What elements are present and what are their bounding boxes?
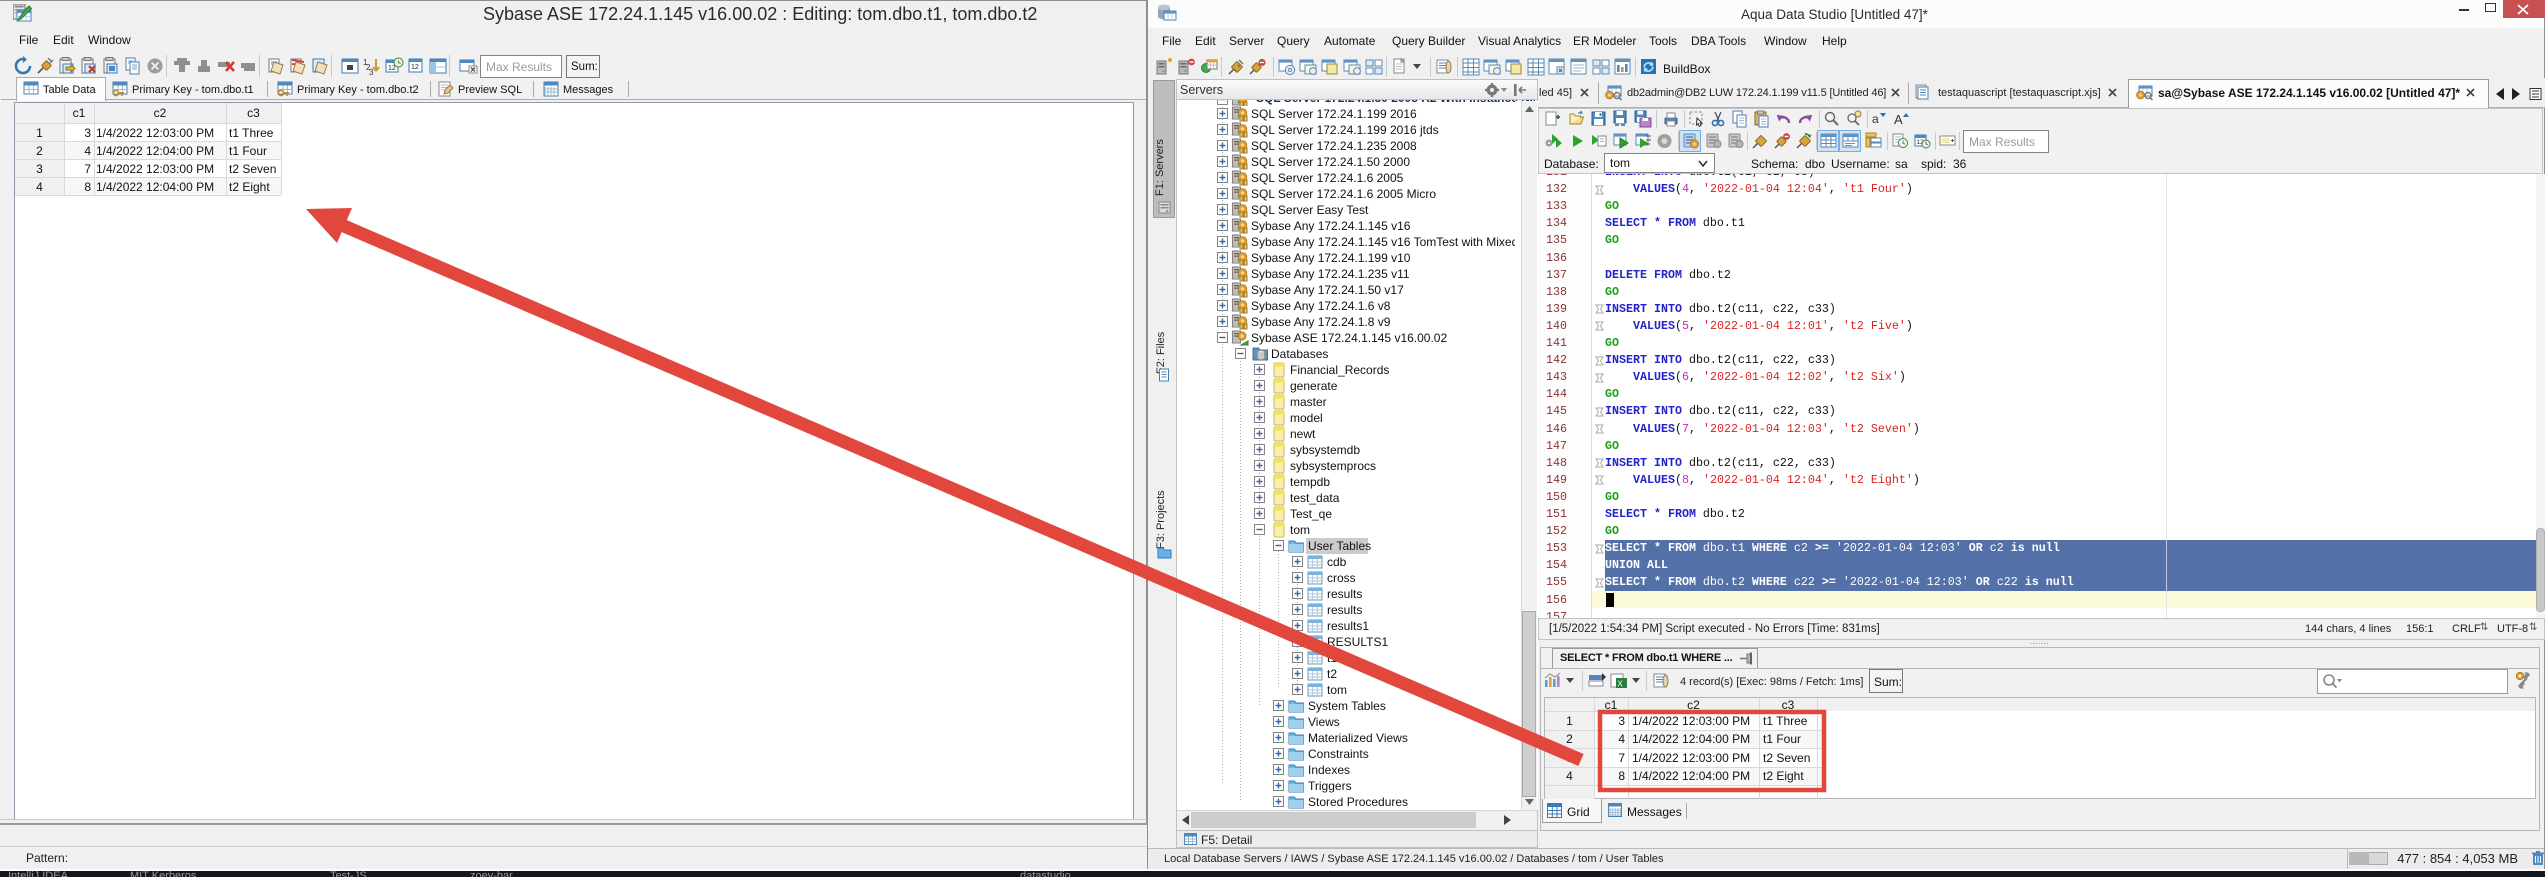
- svg-text:3: 3: [369, 68, 374, 76]
- svg-text:12: 12: [388, 65, 396, 72]
- svg-text:a: a: [1872, 112, 1879, 126]
- svg-text:A: A: [1894, 112, 1903, 127]
- svg-text:12: 12: [411, 64, 419, 71]
- svg-text:X: X: [1618, 680, 1624, 689]
